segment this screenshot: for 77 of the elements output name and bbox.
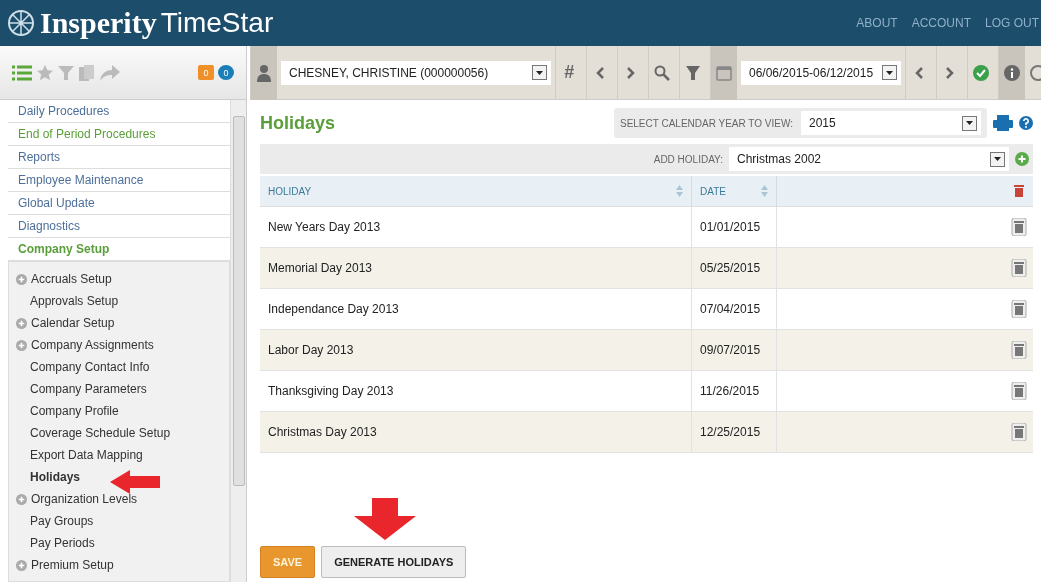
caret-icon (886, 70, 893, 75)
employee-select[interactable]: CHESNEY, CHRISTINE (000000056) (281, 60, 551, 85)
submenu-item[interactable]: Pay Periods (9, 532, 229, 554)
trash-icon[interactable] (1011, 182, 1027, 200)
plus-icon[interactable] (16, 339, 27, 351)
holiday-name: Christmas Day 2013 (268, 425, 377, 439)
menu-item[interactable]: Daily Procedures (8, 100, 230, 123)
caret-icon (994, 157, 1001, 161)
header-link[interactable]: LOG OUT (985, 16, 1039, 30)
list-icon[interactable] (12, 64, 32, 81)
menu-item[interactable]: Reports (8, 146, 230, 169)
trash-icon[interactable] (1011, 341, 1027, 359)
dropdown-button[interactable] (532, 65, 547, 80)
dropdown-button[interactable] (882, 65, 897, 80)
holiday-name: Independance Day 2013 (268, 302, 399, 316)
trash-icon[interactable] (1011, 218, 1027, 236)
holiday-name: Labor Day 2013 (268, 343, 354, 357)
holiday-date: 07/04/2015 (700, 302, 761, 316)
submenu-item[interactable]: Company Parameters (9, 378, 229, 400)
submenu-item[interactable]: Company Contact Info (9, 356, 229, 378)
menu-item[interactable]: Employee Maintenance (8, 169, 230, 192)
holiday-date: 01/01/2015 (700, 220, 761, 234)
add-holiday-select[interactable]: Christmas 2002 (729, 147, 1009, 171)
caret-icon (966, 121, 973, 125)
logo-icon (6, 9, 36, 37)
holiday-date: 12/25/2015 (700, 425, 761, 439)
date-range-select[interactable]: 06/06/2015-06/12/2015 (741, 60, 901, 85)
trash-icon[interactable] (1011, 382, 1027, 400)
generate-button[interactable]: GENERATE HOLIDAYS (321, 546, 467, 578)
holiday-date: 11/26/2015 (700, 384, 760, 398)
trash-icon[interactable] (1011, 423, 1027, 441)
trash-icon[interactable] (1011, 259, 1027, 277)
submenu-item[interactable]: Company Profile (9, 400, 229, 422)
add-holiday-label: ADD HOLIDAY: (653, 153, 723, 165)
page-title: Holidays (260, 112, 337, 134)
header-link[interactable]: ACCOUNT (911, 16, 971, 30)
submenu-item[interactable]: Holidays (9, 466, 229, 488)
column-header[interactable]: HOLIDAY (268, 185, 312, 197)
add-icon[interactable] (1015, 152, 1029, 166)
submenu-item[interactable]: Pay Groups (9, 510, 229, 532)
holiday-date: 09/07/2015 (700, 343, 761, 357)
star-icon[interactable] (36, 63, 54, 82)
column-header[interactable]: DATE (700, 185, 726, 197)
hash-button[interactable]: # (555, 45, 582, 100)
caret-icon (536, 70, 543, 75)
submenu-item[interactable]: Organization Levels (9, 488, 229, 510)
dropdown-button[interactable] (990, 151, 1005, 167)
help-icon[interactable] (1019, 116, 1033, 130)
holiday-date: 05/25/2015 (700, 261, 761, 275)
submenu-item[interactable]: Export Data Mapping (9, 444, 229, 466)
plus-icon[interactable] (16, 559, 27, 571)
menu-item[interactable]: Global Update (8, 192, 230, 215)
dropdown-button[interactable] (962, 115, 977, 131)
holiday-name: New Years Day 2013 (268, 220, 381, 234)
left-arrow-drawing (110, 470, 160, 494)
plus-icon[interactable] (16, 273, 27, 285)
holiday-name: Memorial Day 2013 (268, 261, 373, 275)
submenu-item[interactable]: Premium Setup (9, 554, 229, 576)
submenu-item[interactable]: Coverage Schedule Setup (9, 422, 229, 444)
plus-icon[interactable] (16, 317, 27, 329)
submenu-item[interactable]: Approvals Setup (9, 290, 229, 312)
year-select[interactable]: 2015 (801, 111, 981, 135)
menu-item[interactable]: Diagnostics (8, 215, 230, 238)
message-badge[interactable]: 0 (218, 65, 234, 80)
holiday-name: Thanksgiving Day 2013 (268, 384, 394, 398)
product-name: TimeStar (160, 7, 274, 39)
submenu-item[interactable]: Accruals Setup (9, 268, 229, 290)
brand-name: Insperity (40, 6, 157, 40)
header-link[interactable]: ABOUT (856, 16, 898, 30)
year-label: SELECT CALENDAR YEAR TO VIEW: (619, 117, 793, 129)
info-icon[interactable] (998, 45, 1025, 100)
calendar-icon[interactable] (710, 45, 737, 100)
submenu-item[interactable]: Calendar Setup (9, 312, 229, 334)
plus-icon[interactable] (16, 493, 27, 505)
trash-icon[interactable] (1011, 300, 1027, 318)
submenu-item[interactable]: Company Assignments (9, 334, 229, 356)
scrollbar-thumb[interactable] (232, 116, 245, 486)
